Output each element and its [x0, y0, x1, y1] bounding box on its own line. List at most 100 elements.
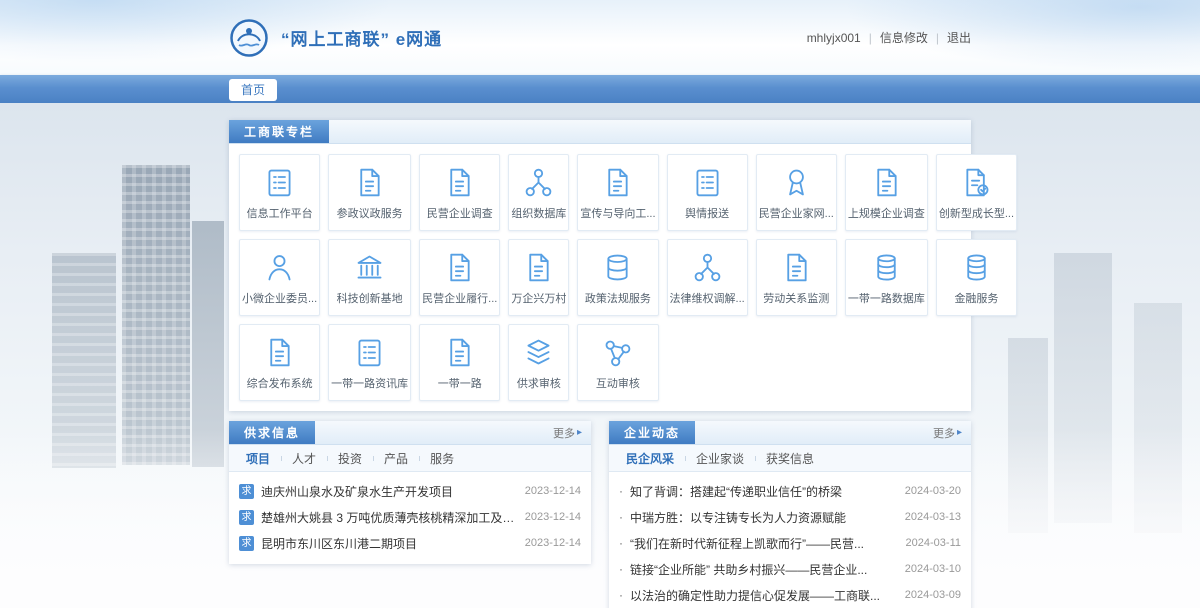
- news-row: · 以法治的确定性助力提信心促发展——工商联... 2024-03-09: [619, 582, 961, 608]
- gsl-item[interactable]: 互动审核: [577, 324, 658, 401]
- doc-icon: [242, 336, 317, 369]
- gsl-item[interactable]: 劳动关系监测: [756, 239, 837, 316]
- gsl-item[interactable]: 一带一路资讯库: [328, 324, 411, 401]
- doc-icon: [331, 166, 408, 199]
- supply-tab-2[interactable]: 投资: [327, 450, 373, 467]
- gsl-item-label: 宣传与导向工...: [580, 205, 655, 221]
- gsl-item[interactable]: 宣传与导向工...: [577, 154, 658, 231]
- gsl-item[interactable]: 供求审核: [508, 324, 569, 401]
- gsl-item-label: 科技创新基地: [331, 290, 408, 306]
- gsl-item[interactable]: 万企兴万村: [508, 239, 569, 316]
- gsl-item[interactable]: 小微企业委员...: [239, 239, 320, 316]
- bullet-icon: ·: [619, 536, 623, 550]
- gsl-item[interactable]: 民营企业家网...: [756, 154, 837, 231]
- item-date: 2024-03-11: [906, 537, 961, 549]
- supply-tab-1[interactable]: 人才: [281, 450, 327, 467]
- item-title[interactable]: 迪庆州山泉水及矿泉水生产开发项目: [261, 483, 517, 500]
- info-modify-link[interactable]: 信息修改: [880, 29, 928, 46]
- bank-icon: [331, 251, 408, 284]
- news-panel-header: 企业动态 更多 ▸: [609, 421, 971, 445]
- home-tab[interactable]: 首页: [229, 79, 277, 101]
- supply-list: 求迪庆州山泉水及矿泉水生产开发项目2023-12-14求楚雄州大姚县 3 万吨优…: [229, 472, 591, 564]
- bottom-row: 供求信息 更多 ▸ 项目人才投资产品服务 求 迪庆州山泉水及矿泉水生产开发项目 20…: [229, 421, 971, 608]
- gsl-item[interactable]: 上规模企业调查: [845, 154, 928, 231]
- news-more-link[interactable]: 更多 ▸: [924, 421, 971, 444]
- supply-tab-0[interactable]: 项目: [235, 450, 281, 467]
- supply-panel-header: 供求信息 更多 ▸: [229, 421, 591, 445]
- gsl-item[interactable]: 一带一路: [419, 324, 500, 401]
- supply-row: 求楚雄州大姚县 3 万吨优质薄壳核桃精深加工及科...2023-12-14: [239, 504, 581, 530]
- item-date: 2024-03-09: [905, 589, 961, 601]
- item-date: 2024-03-20: [905, 485, 961, 497]
- gsl-panel: 工商联专栏 信息工作平台参政议政服务民营企业调查组织数据库宣传与导向工... 舆情…: [229, 120, 971, 411]
- news-panel: 企业动态 更多 ▸ 民企风采企业家谈获奖信息 · 知了背调：搭建起“传递职业信任”…: [609, 421, 971, 608]
- share-icon: [580, 336, 655, 369]
- supply-tabs: 项目人才投资产品服务: [229, 445, 591, 472]
- gsl-item-label: 金融服务: [939, 290, 1014, 306]
- gsl-item-label: 供求审核: [511, 375, 566, 391]
- more-label: 更多: [553, 425, 575, 441]
- item-title[interactable]: 中瑞方胜：以专注铸专长为人力资源赋能: [630, 509, 897, 526]
- gsl-item[interactable]: 民营企业履行...: [419, 239, 500, 316]
- logout-link[interactable]: 退出: [947, 29, 971, 46]
- gsl-item-label: 小微企业委员...: [242, 290, 317, 306]
- bullet-icon: ·: [619, 562, 623, 576]
- gsl-item[interactable]: 科技创新基地: [328, 239, 411, 316]
- news-row: · 链接“企业所能” 共助乡村振兴——民营企业... 2024-03-10: [619, 556, 961, 582]
- gsl-item-label: 上规模企业调查: [848, 205, 925, 221]
- gsl-item[interactable]: 综合发布系统: [239, 324, 320, 401]
- supply-tab-3[interactable]: 产品: [373, 450, 419, 467]
- gsl-item[interactable]: 参政议政服务: [328, 154, 411, 231]
- item-title[interactable]: 链接“企业所能” 共助乡村振兴——民营企业...: [630, 561, 897, 578]
- building-silhouette: [122, 165, 190, 465]
- nodes-icon: [670, 251, 745, 284]
- gsl-item-label: 一带一路资讯库: [331, 375, 408, 391]
- supply-row: 求昆明市东川区东川港二期项目2023-12-14: [239, 530, 581, 556]
- gsl-item-label: 法律维权调解...: [670, 290, 745, 306]
- gsl-item[interactable]: 舆情报送: [667, 154, 748, 231]
- gsl-panel-title: 工商联专栏: [229, 120, 329, 143]
- bullet-icon: ·: [619, 588, 623, 602]
- item-title[interactable]: 昆明市东川区东川港二期项目: [261, 535, 517, 552]
- bullet-icon: ·: [619, 484, 623, 498]
- gsl-item-label: 创新型成长型...: [939, 205, 1014, 221]
- item-title[interactable]: 以法治的确定性助力提信心促发展——工商联...: [630, 587, 897, 604]
- item-title[interactable]: 知了背调：搭建起“传递职业信任”的桥梁: [630, 483, 897, 500]
- supply-panel-title: 供求信息: [229, 421, 315, 444]
- nodes-icon: [511, 166, 566, 199]
- supply-tab-4[interactable]: 服务: [419, 450, 465, 467]
- news-tab-1[interactable]: 企业家谈: [685, 450, 755, 467]
- gsl-item-label: 一带一路: [422, 375, 497, 391]
- site-logo-icon: [229, 18, 269, 58]
- gsl-item[interactable]: 民营企业调查: [419, 154, 500, 231]
- more-label: 更多: [933, 425, 955, 441]
- gsl-item[interactable]: 信息工作平台: [239, 154, 320, 231]
- supply-more-link[interactable]: 更多 ▸: [544, 421, 591, 444]
- doc-icon: [759, 251, 834, 284]
- news-tab-2[interactable]: 获奖信息: [755, 450, 825, 467]
- gsl-item[interactable]: 政策法规服务: [577, 239, 658, 316]
- news-panel-title: 企业动态: [609, 421, 695, 444]
- news-tab-0[interactable]: 民企风采: [615, 450, 685, 467]
- gsl-item-label: 参政议政服务: [331, 205, 408, 221]
- clipboard-icon: [242, 166, 317, 199]
- demand-badge: 求: [239, 536, 254, 551]
- doc-icon: [511, 251, 566, 284]
- gsl-item[interactable]: 创新型成长型...: [936, 154, 1017, 231]
- coins-icon: [848, 251, 925, 284]
- gsl-item-label: 政策法规服务: [580, 290, 655, 306]
- gsl-item-label: 民营企业调查: [422, 205, 497, 221]
- item-title[interactable]: “我们在新时代新征程上凯歌而行”——民营...: [630, 535, 898, 552]
- gsl-item[interactable]: 一带一路数据库: [845, 239, 928, 316]
- gsl-grid: 信息工作平台参政议政服务民营企业调查组织数据库宣传与导向工...舆情报送民营企业…: [229, 144, 971, 411]
- gsl-item[interactable]: 金融服务: [936, 239, 1017, 316]
- item-date: 2024-03-10: [905, 563, 961, 575]
- separator: |: [869, 31, 872, 45]
- separator: |: [936, 31, 939, 45]
- gsl-item[interactable]: 法律维权调解...: [667, 239, 748, 316]
- page: “网上工商联” e网通 mhlyjx001 | 信息修改 | 退出 首页 工商联…: [0, 0, 1200, 608]
- site-title: “网上工商联” e网通: [281, 25, 442, 50]
- item-title[interactable]: 楚雄州大姚县 3 万吨优质薄壳核桃精深加工及科...: [261, 509, 517, 526]
- gsl-item[interactable]: 组织数据库: [508, 154, 569, 231]
- layers-icon: [511, 336, 566, 369]
